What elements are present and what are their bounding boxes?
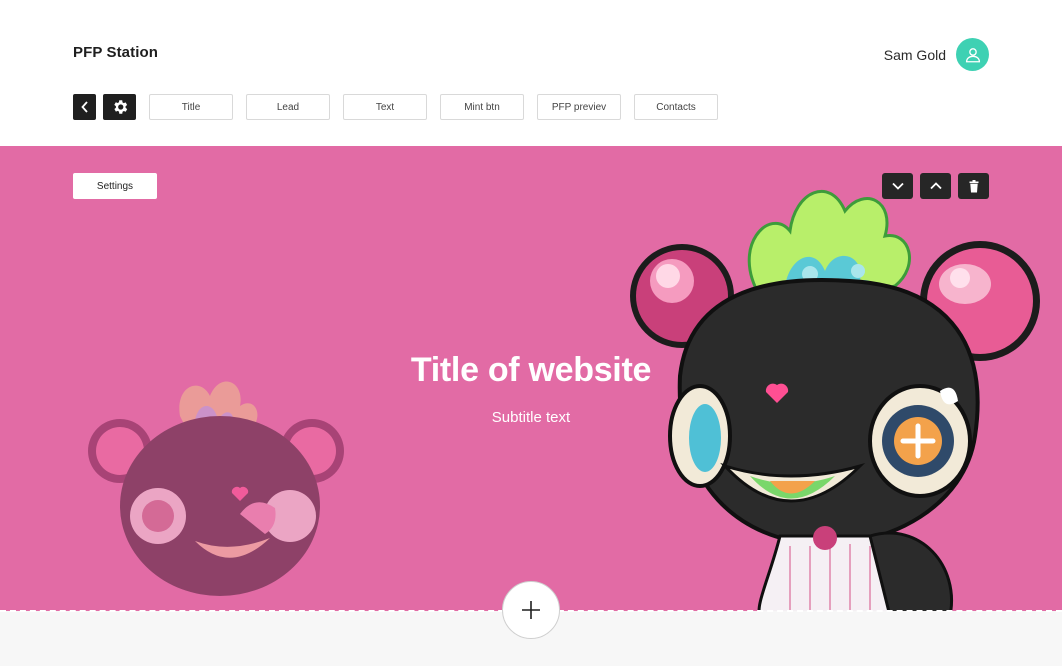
chevron-down-icon: [891, 182, 904, 190]
back-button[interactable]: [73, 94, 96, 120]
pfp-character: [630, 189, 1040, 611]
delete-block-button[interactable]: [958, 173, 989, 199]
gear-icon: [113, 100, 127, 114]
block-controls: [882, 173, 989, 199]
section-tab-contacts[interactable]: Contacts: [634, 94, 718, 120]
hero-title[interactable]: Title of website: [0, 351, 1062, 390]
brand-name: PFP Station: [73, 44, 158, 61]
section-tab-title[interactable]: Title: [149, 94, 233, 120]
move-up-button[interactable]: [920, 173, 951, 199]
chevron-left-icon: [80, 101, 88, 113]
avatar[interactable]: [956, 38, 989, 71]
top-bar: PFP Station Sam Gold Title Lead Text Min…: [0, 0, 1062, 146]
plus-icon: [522, 601, 540, 619]
section-tab-text[interactable]: Text: [343, 94, 427, 120]
block-settings-button[interactable]: Settings: [73, 173, 157, 199]
hero-subtitle[interactable]: Subtitle text: [0, 409, 1062, 426]
section-tab-pfp-preview[interactable]: PFP previev: [537, 94, 621, 120]
settings-gear-button[interactable]: [103, 94, 136, 120]
section-tab-lead[interactable]: Lead: [246, 94, 330, 120]
trash-icon: [969, 179, 978, 192]
move-down-button[interactable]: [882, 173, 913, 199]
add-block-button[interactable]: [502, 581, 560, 639]
section-tab-mint-btn[interactable]: Mint btn: [440, 94, 524, 120]
chevron-up-icon: [929, 182, 942, 190]
hero-section: Settings Title of website Subtitle text: [0, 146, 1062, 611]
user-icon: [965, 47, 980, 62]
user-name: Sam Gold: [883, 46, 946, 63]
user-profile[interactable]: Sam Gold: [884, 38, 989, 71]
section-toolbar: Title Lead Text Mint btn PFP previev Con…: [73, 94, 724, 120]
